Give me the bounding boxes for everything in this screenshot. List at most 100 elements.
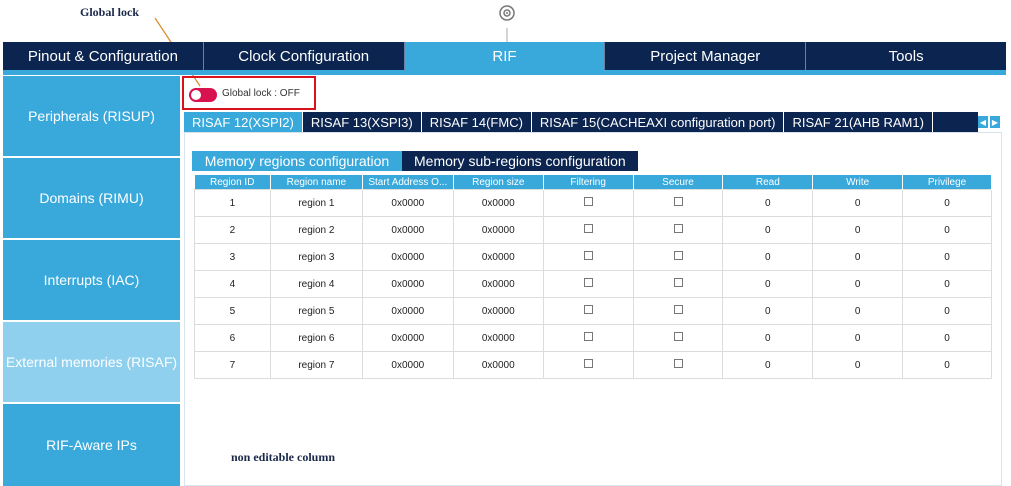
region-name-cell[interactable]: region 6 xyxy=(269,324,363,352)
filtering-checkbox[interactable] xyxy=(542,324,634,352)
checkbox-icon[interactable] xyxy=(673,305,683,314)
write-cell[interactable]: 0 xyxy=(812,351,904,379)
tab-tools[interactable]: Tools xyxy=(806,42,1006,70)
write-cell[interactable]: 0 xyxy=(812,243,904,271)
checkbox-icon[interactable] xyxy=(673,359,683,368)
start-address-cell[interactable]: 0x0000 xyxy=(361,351,454,379)
filtering-checkbox[interactable] xyxy=(542,216,634,244)
sidebar-item-external-memories[interactable]: External memories (RISAF) xyxy=(3,322,180,402)
filtering-checkbox[interactable] xyxy=(542,270,634,298)
column-header-filtering[interactable]: Filtering xyxy=(543,175,634,190)
region-size-cell[interactable]: 0x0000 xyxy=(452,324,544,352)
read-cell[interactable]: 0 xyxy=(722,216,814,244)
read-cell[interactable]: 0 xyxy=(722,324,814,352)
start-address-cell[interactable]: 0x0000 xyxy=(361,243,454,271)
sidebar-item-rif-aware-ips[interactable]: RIF-Aware IPs xyxy=(3,404,180,486)
read-cell[interactable]: 0 xyxy=(722,351,814,379)
sidebar-item-interrupts[interactable]: Interrupts (IAC) xyxy=(3,240,180,320)
checkbox-icon[interactable] xyxy=(673,251,683,260)
checkbox-icon[interactable] xyxy=(583,332,593,341)
region-size-cell[interactable]: 0x0000 xyxy=(452,297,544,325)
start-address-cell[interactable]: 0x0000 xyxy=(361,324,454,352)
secure-checkbox[interactable] xyxy=(632,270,724,298)
region-name-cell[interactable]: region 2 xyxy=(269,216,363,244)
privilege-cell[interactable]: 0 xyxy=(902,270,992,298)
filtering-checkbox[interactable] xyxy=(542,297,634,325)
privilege-cell[interactable]: 0 xyxy=(902,243,992,271)
checkbox-icon[interactable] xyxy=(673,332,683,341)
secure-checkbox[interactable] xyxy=(632,189,724,217)
subtab-risaf-21[interactable]: RISAF 21(AHB RAM1) xyxy=(784,112,933,132)
filtering-checkbox[interactable] xyxy=(542,351,634,379)
region-size-cell[interactable]: 0x0000 xyxy=(452,351,544,379)
column-header-start-address[interactable]: Start Address O... xyxy=(362,175,454,190)
read-cell[interactable]: 0 xyxy=(722,297,814,325)
privilege-cell[interactable]: 0 xyxy=(902,351,992,379)
write-cell[interactable]: 0 xyxy=(812,189,904,217)
region-name-cell[interactable]: region 1 xyxy=(269,189,363,217)
subtab-risaf-12[interactable]: RISAF 12(XSPI2) xyxy=(184,112,303,132)
write-cell[interactable]: 0 xyxy=(812,324,904,352)
tab-rif[interactable]: RIF xyxy=(404,42,606,70)
checkbox-icon[interactable] xyxy=(673,197,683,206)
region-name-cell[interactable]: region 3 xyxy=(269,243,363,271)
region-size-cell[interactable]: 0x0000 xyxy=(452,189,544,217)
write-cell[interactable]: 0 xyxy=(812,297,904,325)
secure-checkbox[interactable] xyxy=(632,324,724,352)
privilege-cell[interactable]: 0 xyxy=(902,216,992,244)
sidebar-item-peripherals[interactable]: Peripherals (RISUP) xyxy=(3,76,180,156)
secure-checkbox[interactable] xyxy=(632,351,724,379)
region-size-cell[interactable]: 0x0000 xyxy=(452,216,544,244)
region-name-cell[interactable]: region 4 xyxy=(269,270,363,298)
filtering-checkbox[interactable] xyxy=(542,189,634,217)
checkbox-icon[interactable] xyxy=(583,251,593,260)
secure-checkbox[interactable] xyxy=(632,216,724,244)
write-cell[interactable]: 0 xyxy=(812,270,904,298)
table-row: 5 region 5 0x0000 0x0000 0 0 0 xyxy=(194,297,992,325)
tab-clock-configuration[interactable]: Clock Configuration xyxy=(204,42,405,70)
region-name-cell[interactable]: region 5 xyxy=(269,297,363,325)
read-cell[interactable]: 0 xyxy=(722,270,814,298)
secure-checkbox[interactable] xyxy=(632,297,724,325)
column-header-region-id[interactable]: Region ID xyxy=(194,175,271,190)
subtab-risaf-15[interactable]: RISAF 15(CACHEAXI configuration port) xyxy=(532,112,785,132)
checkbox-icon[interactable] xyxy=(583,224,593,233)
column-header-region-size[interactable]: Region size xyxy=(453,175,544,190)
checkbox-icon[interactable] xyxy=(673,224,683,233)
region-name-cell[interactable]: region 7 xyxy=(269,351,363,379)
tab-memory-regions-configuration[interactable]: Memory regions configuration xyxy=(192,151,402,171)
tab-memory-sub-regions-configuration[interactable]: Memory sub-regions configuration xyxy=(402,151,638,171)
checkbox-icon[interactable] xyxy=(583,278,593,287)
start-address-cell[interactable]: 0x0000 xyxy=(361,297,454,325)
column-header-write[interactable]: Write xyxy=(812,175,904,190)
subtab-risaf-14[interactable]: RISAF 14(FMC) xyxy=(422,112,532,132)
checkbox-icon[interactable] xyxy=(673,278,683,287)
privilege-cell[interactable]: 0 xyxy=(902,189,992,217)
read-cell[interactable]: 0 xyxy=(722,243,814,271)
start-address-cell[interactable]: 0x0000 xyxy=(361,189,454,217)
write-cell[interactable]: 0 xyxy=(812,216,904,244)
sidebar-item-domains[interactable]: Domains (RIMU) xyxy=(3,158,180,238)
checkbox-icon[interactable] xyxy=(583,359,593,368)
secure-checkbox[interactable] xyxy=(632,243,724,271)
filtering-checkbox[interactable] xyxy=(542,243,634,271)
start-address-cell[interactable]: 0x0000 xyxy=(361,216,454,244)
arrow-right-icon[interactable]: ▶ xyxy=(990,116,1000,128)
checkbox-icon[interactable] xyxy=(583,197,593,206)
start-address-cell[interactable]: 0x0000 xyxy=(361,270,454,298)
region-size-cell[interactable]: 0x0000 xyxy=(452,270,544,298)
subtab-risaf-13[interactable]: RISAF 13(XSPI3) xyxy=(303,112,422,132)
tab-project-manager[interactable]: Project Manager xyxy=(605,42,807,70)
column-header-read[interactable]: Read xyxy=(722,175,814,190)
tab-pinout-configuration[interactable]: Pinout & Configuration xyxy=(3,42,204,70)
global-lock-toggle[interactable] xyxy=(189,88,217,102)
column-header-secure[interactable]: Secure xyxy=(633,175,724,190)
arrow-left-icon[interactable]: ◀ xyxy=(978,116,988,128)
column-header-region-name[interactable]: Region name xyxy=(270,175,363,190)
checkbox-icon[interactable] xyxy=(583,305,593,314)
read-cell[interactable]: 0 xyxy=(722,189,814,217)
region-size-cell[interactable]: 0x0000 xyxy=(452,243,544,271)
column-header-privilege[interactable]: Privilege xyxy=(902,175,992,190)
privilege-cell[interactable]: 0 xyxy=(902,324,992,352)
privilege-cell[interactable]: 0 xyxy=(902,297,992,325)
